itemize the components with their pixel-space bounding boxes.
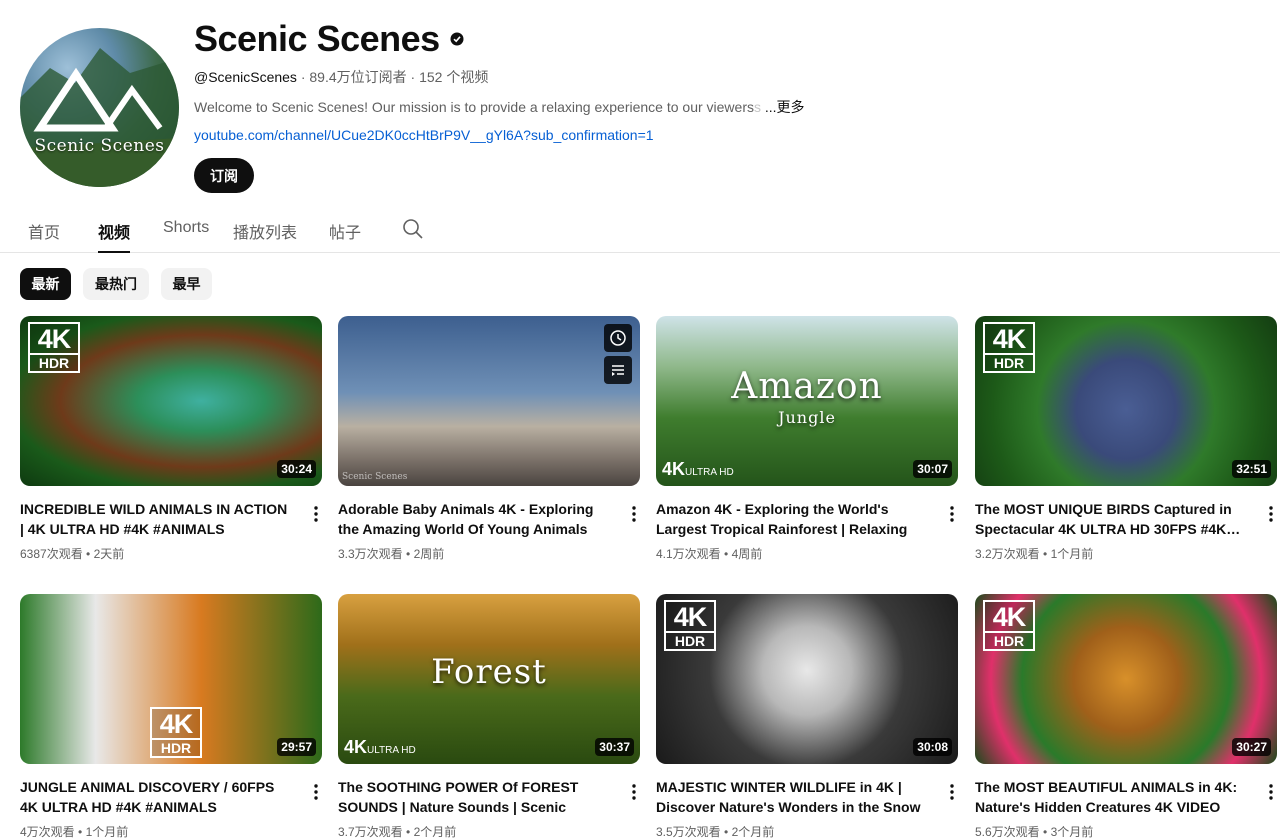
- thumbnail-subtitle-text: Jungle: [778, 408, 836, 427]
- subscriber-count: 89.4万位订阅者: [309, 69, 407, 85]
- 4k-hdr-badge: 4K HDR: [983, 322, 1035, 373]
- channel-name: Scenic Scenes: [194, 18, 440, 59]
- channel-title-row: Scenic Scenes: [194, 18, 464, 60]
- tab-home[interactable]: 首页: [28, 219, 60, 252]
- video-duration: 30:07: [913, 460, 952, 478]
- video-count: 152 个视频: [419, 69, 489, 85]
- search-icon[interactable]: [402, 218, 424, 240]
- video-meta: 4万次观看 • 1个月前: [20, 825, 129, 839]
- more-actions-icon[interactable]: [622, 502, 646, 526]
- 4k-ultra-hd-label: 4KULTRA HD: [344, 737, 416, 757]
- video-title[interactable]: The SOOTHING POWER Of FOREST SOUNDS | Na…: [338, 777, 608, 817]
- more-actions-icon[interactable]: [1259, 502, 1280, 526]
- meta-separator: ·: [410, 69, 416, 85]
- video-thumbnail[interactable]: 4K HDR 29:57: [20, 594, 322, 764]
- chip-latest[interactable]: 最新: [20, 268, 71, 300]
- more-actions-icon[interactable]: [940, 780, 964, 804]
- chip-oldest[interactable]: 最早: [161, 268, 212, 300]
- video-title[interactable]: Amazon 4K - Exploring the World's Larges…: [656, 499, 926, 539]
- video-card[interactable]: 4K HDR 29:57 JUNGLE ANIMAL DISCOVERY / 60…: [20, 594, 322, 839]
- tab-posts[interactable]: 帖子: [329, 219, 361, 252]
- video-title[interactable]: MAJESTIC WINTER WILDLIFE in 4K | Discove…: [656, 777, 926, 817]
- video-meta: 3.5万次观看 • 2个月前: [656, 825, 775, 839]
- video-thumbnail[interactable]: 4K HDR 30:08: [656, 594, 958, 764]
- video-meta: 3.7万次观看 • 2个月前: [338, 825, 457, 839]
- 4k-hdr-badge: 4K HDR: [28, 322, 80, 373]
- video-meta: 6387次观看 • 2天前: [20, 547, 125, 561]
- channel-description[interactable]: Welcome to Scenic Scenes! Our mission is…: [194, 97, 805, 117]
- more-link[interactable]: ...更多: [765, 99, 805, 115]
- 4k-ultra-hd-label: 4KULTRA HD: [662, 459, 734, 479]
- video-duration: 32:51: [1232, 460, 1271, 478]
- 4k-hdr-badge: 4K HDR: [150, 707, 202, 758]
- description-fade: s: [754, 99, 761, 115]
- video-meta: 3.2万次观看 • 1个月前: [975, 547, 1094, 561]
- video-card[interactable]: Scenic Scenes Adorable Baby Animals 4K -…: [338, 316, 640, 561]
- video-card[interactable]: 4K HDR 32:51 The MOST UNIQUE BIRDS Captur…: [975, 316, 1277, 561]
- video-thumbnail[interactable]: 4K HDR 30:24: [20, 316, 322, 486]
- video-thumbnail[interactable]: Scenic Scenes: [338, 316, 640, 486]
- video-thumbnail[interactable]: Amazon Jungle 4KULTRA HD 30:07: [656, 316, 958, 486]
- video-title[interactable]: The MOST UNIQUE BIRDS Captured in Specta…: [975, 499, 1245, 539]
- video-duration: 30:08: [913, 738, 952, 756]
- video-duration: 30:27: [1232, 738, 1271, 756]
- chip-popular[interactable]: 最热门: [83, 268, 149, 300]
- 4k-hdr-badge: 4K HDR: [664, 600, 716, 651]
- video-card[interactable]: 4K HDR 30:27 The MOST BEAUTIFUL ANIMALS i…: [975, 594, 1277, 839]
- video-card[interactable]: 4K HDR 30:08 MAJESTIC WINTER WILDLIFE in …: [656, 594, 958, 839]
- more-actions-icon[interactable]: [304, 502, 328, 526]
- channel-link[interactable]: youtube.com/channel/UCue2DK0ccHtBrP9V__g…: [194, 127, 654, 143]
- more-actions-icon[interactable]: [304, 780, 328, 804]
- channel-meta: @ScenicScenes · 89.4万位订阅者 · 152 个视频: [194, 67, 488, 87]
- more-actions-icon[interactable]: [940, 502, 964, 526]
- watch-later-icon[interactable]: [604, 324, 632, 352]
- video-thumbnail[interactable]: Forest 4KULTRA HD 30:37: [338, 594, 640, 764]
- subscribe-button[interactable]: 订阅: [194, 158, 254, 193]
- description-text: Welcome to Scenic Scenes! Our mission is…: [194, 99, 754, 115]
- thumbnail-title-text: Amazon: [731, 366, 883, 407]
- more-actions-icon[interactable]: [1259, 780, 1280, 804]
- video-card[interactable]: 4K HDR 30:24 INCREDIBLE WILD ANIMALS IN A…: [20, 316, 322, 561]
- mountain-logo-icon: [20, 48, 179, 187]
- video-title[interactable]: INCREDIBLE WILD ANIMALS IN ACTION | 4K U…: [20, 499, 290, 539]
- tab-playlists[interactable]: 播放列表: [233, 219, 297, 252]
- video-title[interactable]: The MOST BEAUTIFUL ANIMALS in 4K: Nature…: [975, 777, 1245, 817]
- verified-icon: [450, 32, 464, 46]
- video-card[interactable]: Amazon Jungle 4KULTRA HD 30:07 Amazon 4K…: [656, 316, 958, 561]
- tab-videos[interactable]: 视频: [98, 219, 131, 253]
- video-title[interactable]: Adorable Baby Animals 4K - Exploring the…: [338, 499, 608, 539]
- more-actions-icon[interactable]: [622, 780, 646, 804]
- video-meta: 3.3万次观看 • 2周前: [338, 547, 445, 561]
- video-thumbnail[interactable]: 4K HDR 32:51: [975, 316, 1277, 486]
- video-meta: 4.1万次观看 • 4周前: [656, 547, 763, 561]
- meta-separator: ·: [300, 69, 306, 85]
- channel-avatar: Scenic Scenes: [20, 28, 179, 187]
- video-duration: 29:57: [277, 738, 316, 756]
- add-to-queue-icon[interactable]: [604, 356, 632, 384]
- 4k-hdr-badge: 4K HDR: [983, 600, 1035, 651]
- channel-tabs: 首页 视频 Shorts 播放列表 帖子: [0, 203, 1280, 253]
- thumbnail-title-text: Forest: [431, 652, 547, 692]
- avatar-brand-text: Scenic Scenes: [34, 136, 165, 156]
- video-card[interactable]: Forest 4KULTRA HD 30:37 The SOOTHING POW…: [338, 594, 640, 839]
- video-duration: 30:37: [595, 738, 634, 756]
- video-duration: 30:24: [277, 460, 316, 478]
- video-thumbnail[interactable]: 4K HDR 30:27: [975, 594, 1277, 764]
- thumbnail-watermark: Scenic Scenes: [342, 472, 408, 482]
- video-meta: 5.6万次观看 • 3个月前: [975, 825, 1094, 839]
- channel-handle: @ScenicScenes: [194, 69, 297, 85]
- video-title[interactable]: JUNGLE ANIMAL DISCOVERY / 60FPS 4K ULTRA…: [20, 777, 290, 817]
- tab-shorts[interactable]: Shorts: [163, 219, 209, 252]
